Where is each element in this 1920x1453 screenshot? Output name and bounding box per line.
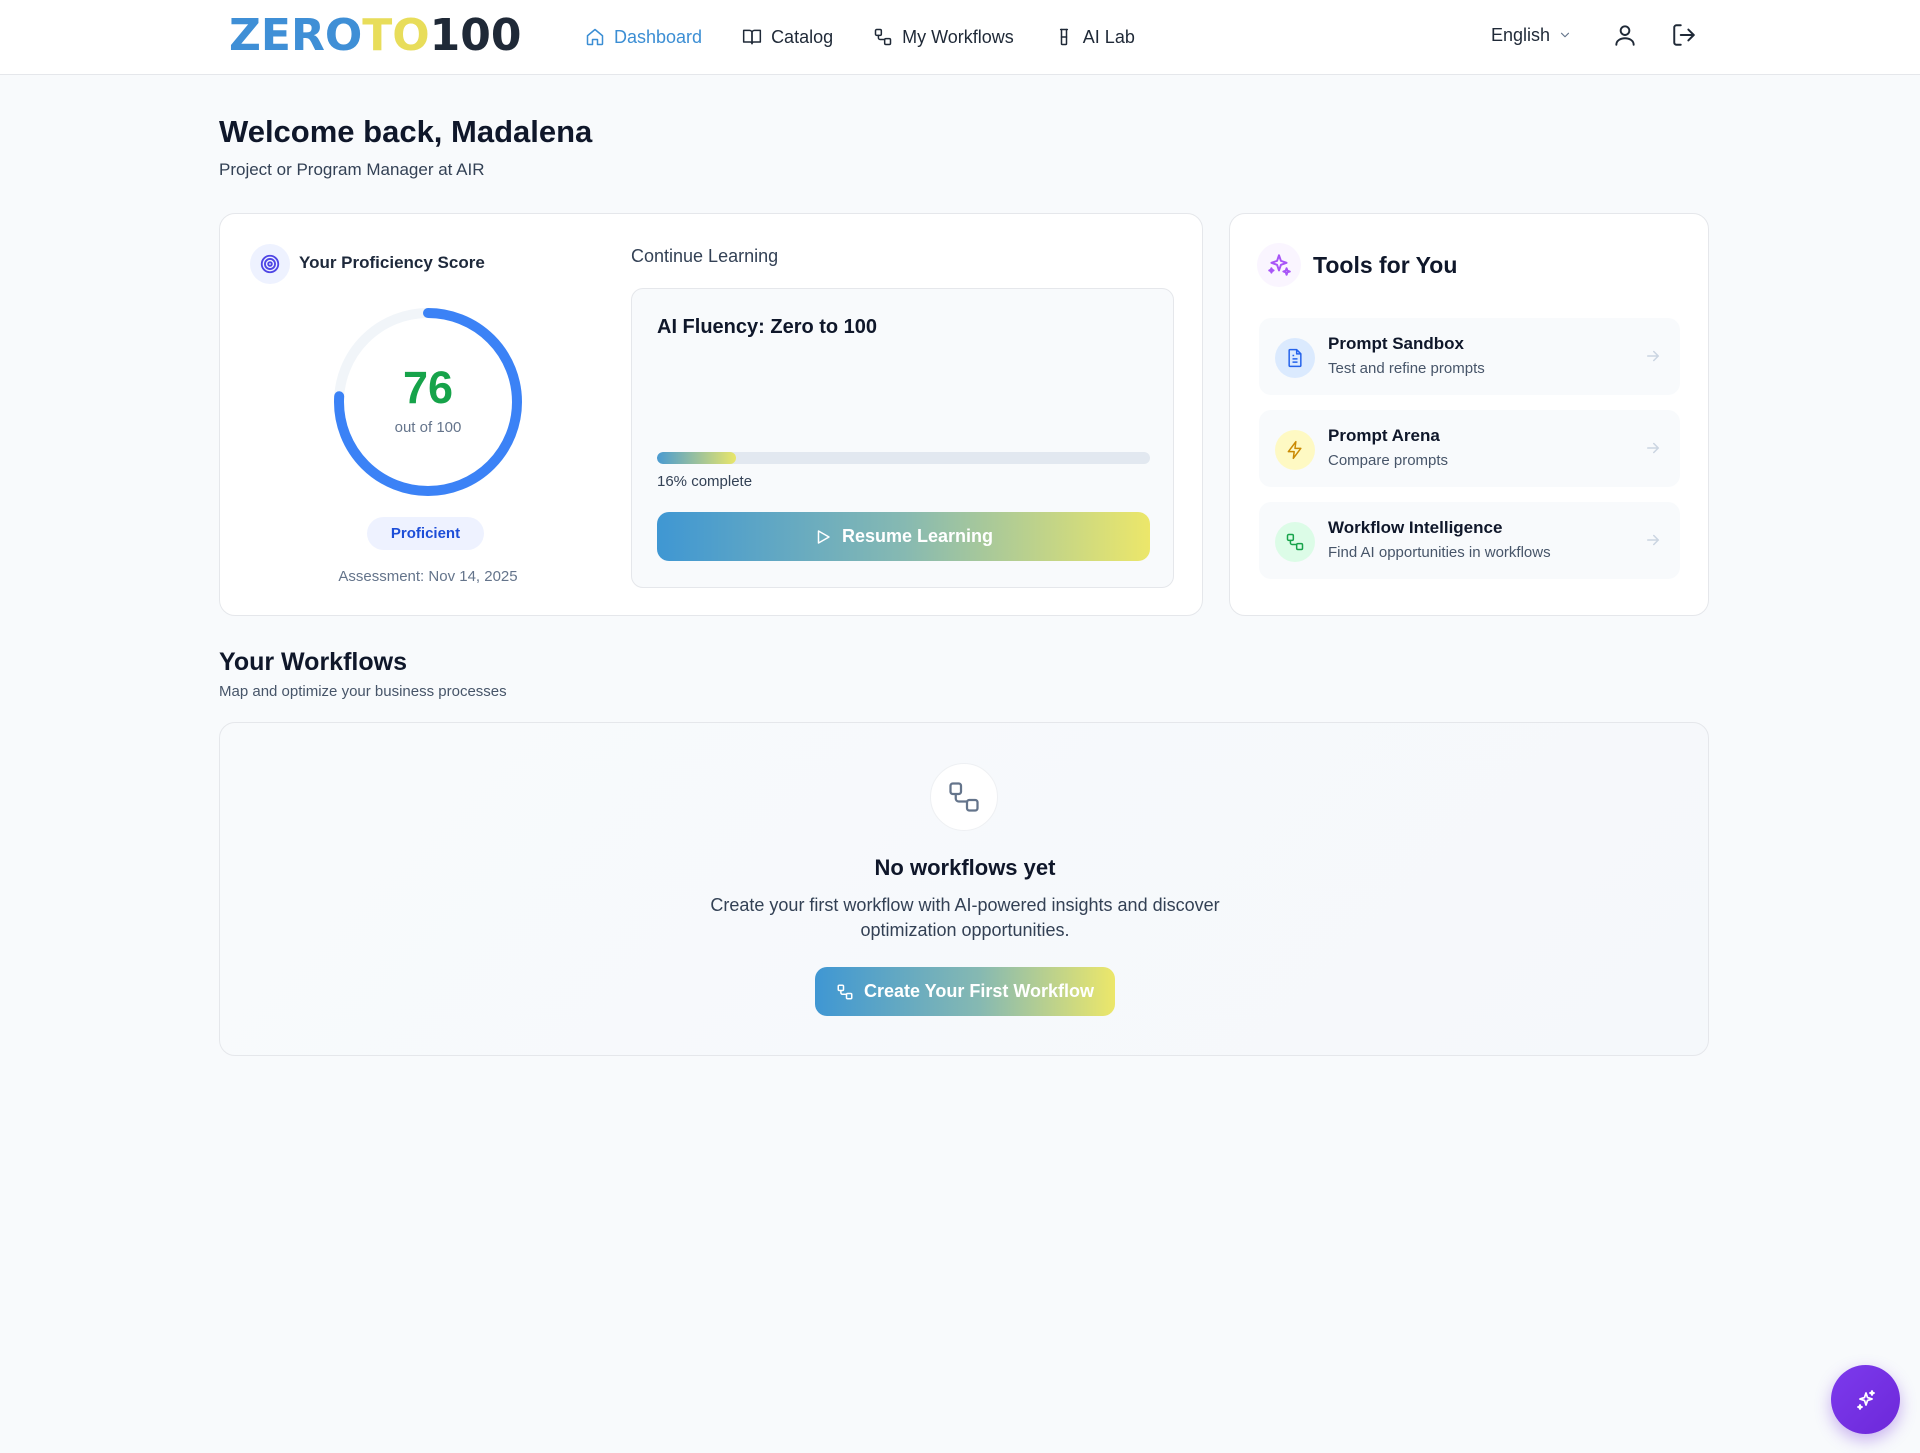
- user-icon[interactable]: [1612, 22, 1638, 48]
- logo-part-zero: ZERO: [229, 10, 363, 61]
- tools-card: Tools for You Prompt Sandbox Test and re…: [1229, 213, 1709, 616]
- language-select[interactable]: English: [1491, 22, 1572, 48]
- arrow-right-icon: [1647, 442, 1660, 454]
- logo[interactable]: ZEROTO100: [229, 12, 522, 60]
- user-role: Project or Program Manager at AIR: [219, 160, 485, 179]
- chevron-down-icon: [1560, 32, 1570, 38]
- target-icon: [250, 244, 290, 284]
- empty-state-text: Create your first workflow with AI-power…: [710, 895, 1220, 940]
- nav-dashboard-label: Dashboard: [614, 26, 703, 47]
- tools-title: Tools for You: [1313, 252, 1458, 278]
- page-title: Welcome back, Madalena: [219, 114, 593, 149]
- create-workflow-button[interactable]: Create Your First Workflow: [815, 967, 1115, 1016]
- course-progress-fill: [657, 452, 736, 464]
- tool-description: Compare prompts: [1328, 452, 1449, 469]
- assessment-date: Assessment: Nov 14, 2025: [338, 568, 518, 585]
- continue-learning-label: Continue Learning: [631, 246, 779, 266]
- tool-description: Find AI opportunities in workflows: [1328, 544, 1551, 561]
- tool-name: Workflow Intelligence: [1328, 518, 1503, 537]
- tool-name: Prompt Sandbox: [1328, 334, 1465, 353]
- main-nav: Dashboard Catalog My Workflows AI Lab: [585, 22, 1175, 52]
- score-value: 76: [402, 362, 454, 413]
- sparkles-icon: [1856, 1389, 1875, 1410]
- course-progress-bar: [657, 452, 1150, 464]
- empty-state-title: No workflows yet: [874, 855, 1056, 880]
- nav-catalog-label: Catalog: [771, 26, 834, 47]
- workflow-icon: [930, 763, 998, 831]
- nav-ai-lab[interactable]: AI Lab: [1054, 22, 1135, 52]
- workflow-icon: [874, 28, 892, 46]
- course-title: AI Fluency: Zero to 100: [657, 316, 878, 338]
- workflow-icon: [1275, 522, 1315, 562]
- course-card: AI Fluency: Zero to 100 16% complete Res…: [631, 288, 1174, 588]
- language-label: English: [1491, 24, 1551, 45]
- nav-catalog[interactable]: Catalog: [742, 22, 833, 52]
- tool-name: Prompt Arena: [1328, 426, 1440, 445]
- tool-prompt-sandbox[interactable]: Prompt Sandbox Test and refine prompts: [1259, 318, 1680, 395]
- workflows-title: Your Workflows: [219, 648, 407, 676]
- book-icon: [742, 29, 762, 45]
- level-badge: Proficient: [367, 517, 484, 550]
- flask-icon: [1059, 28, 1068, 46]
- bolt-icon: [1275, 430, 1315, 470]
- ai-assistant-button[interactable]: [1831, 1365, 1900, 1434]
- tool-workflow-intelligence[interactable]: Workflow Intelligence Find AI opportunit…: [1259, 502, 1680, 579]
- nav-my-workflows-label: My Workflows: [902, 26, 1014, 47]
- workflow-icon: [837, 984, 853, 999]
- course-progress-text: 16% complete: [657, 473, 753, 490]
- play-icon: [817, 529, 830, 544]
- tool-description: Test and refine prompts: [1328, 360, 1485, 377]
- home-icon: [586, 28, 604, 46]
- nav-my-workflows[interactable]: My Workflows: [873, 22, 1014, 52]
- logout-icon[interactable]: [1671, 22, 1697, 48]
- top-header: ZEROTO100 Dashboard Catalog My Workflows…: [0, 0, 1920, 75]
- create-workflow-label: Create Your First Workflow: [863, 981, 1095, 1001]
- logo-part-100: 100: [429, 10, 522, 61]
- resume-learning-button[interactable]: Resume Learning: [657, 512, 1150, 561]
- arrow-right-icon: [1647, 350, 1660, 362]
- workflows-empty-state: No workflows yet Create your first workf…: [219, 722, 1709, 1056]
- workflows-subtitle: Map and optimize your business processes: [219, 683, 507, 700]
- nav-ai-lab-label: AI Lab: [1082, 26, 1135, 47]
- resume-learning-label: Resume Learning: [841, 526, 994, 546]
- document-icon: [1275, 338, 1315, 378]
- arrow-right-icon: [1647, 534, 1660, 546]
- score-max: out of 100: [394, 419, 462, 436]
- proficiency-label: Your Proficiency Score: [299, 253, 485, 272]
- logo-part-to: TO: [362, 10, 430, 61]
- sparkles-icon: [1257, 243, 1301, 287]
- nav-dashboard[interactable]: Dashboard: [585, 22, 702, 52]
- tool-prompt-arena[interactable]: Prompt Arena Compare prompts: [1259, 410, 1680, 487]
- proficiency-card: Your Proficiency Score 76 out of 100 Pro…: [219, 213, 1203, 616]
